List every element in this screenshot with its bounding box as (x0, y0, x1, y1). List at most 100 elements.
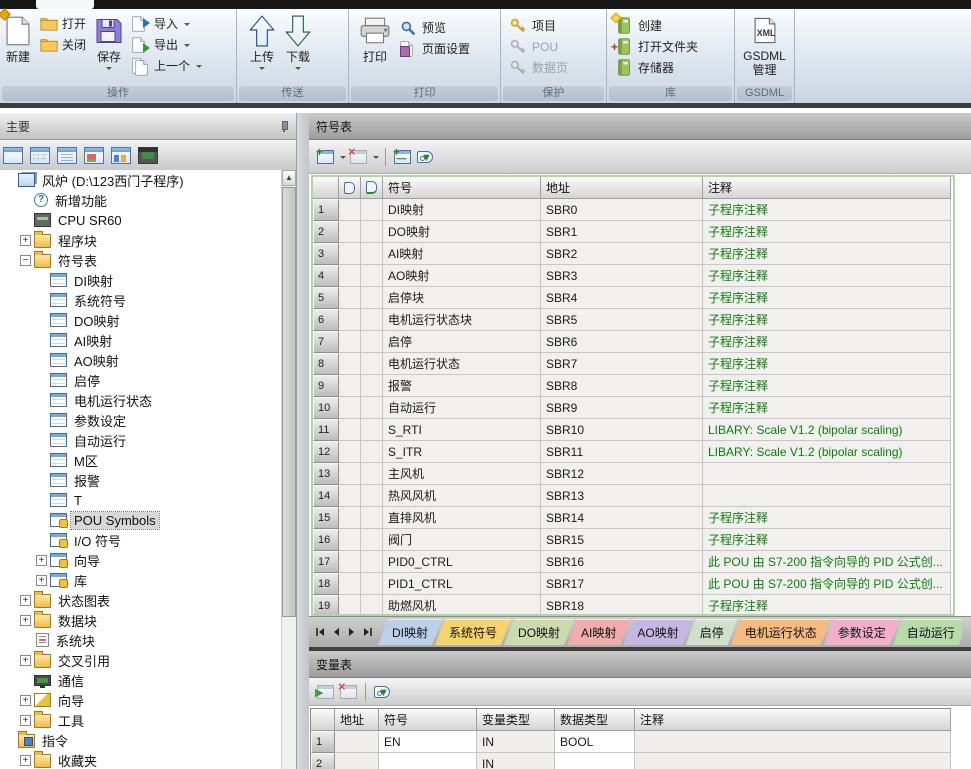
comment-cell[interactable]: 此 POU 由 S7-200 指令向导的 PID 公式创... (703, 573, 951, 595)
row-number-cell[interactable]: 1 (313, 199, 339, 221)
symbol-cell[interactable]: S_ITR (383, 441, 541, 463)
row-number-cell[interactable]: 2 (313, 221, 339, 243)
tree-item[interactable]: I/O 符号 (0, 530, 282, 550)
symbol-flag-cell[interactable] (339, 353, 361, 375)
tree-item[interactable]: CPU SR60 (0, 210, 282, 230)
expand-plus-icon[interactable]: + (20, 655, 31, 666)
tree-item[interactable]: DO映射 (0, 310, 282, 330)
collapse-minus-icon[interactable]: − (20, 255, 31, 266)
data-type-cell[interactable]: BOOL (555, 731, 635, 753)
tree-item[interactable]: POU Symbols (0, 510, 282, 530)
symbol-cell[interactable]: 主风机 (383, 463, 541, 485)
row-number-cell[interactable]: 16 (313, 529, 339, 551)
tree-item[interactable]: AI映射 (0, 330, 282, 350)
row-number-cell[interactable]: 1 (311, 731, 335, 753)
symbol-flag-cell[interactable] (339, 265, 361, 287)
expand-plus-icon[interactable]: + (20, 235, 31, 246)
symbol-flag-cell[interactable] (339, 243, 361, 265)
tag-column-header[interactable] (339, 177, 361, 199)
tree-item[interactable]: 系统块 (0, 630, 282, 650)
address-cell[interactable]: SBR0 (541, 199, 703, 221)
address-cell[interactable]: SBR5 (541, 309, 703, 331)
tree-item[interactable]: 新增功能 (0, 190, 282, 210)
address-cell[interactable]: SBR17 (541, 573, 703, 595)
symbol-flag-cell[interactable] (361, 243, 383, 265)
new-button[interactable]: 新建 (1, 12, 35, 66)
sheet-tab[interactable]: 启停 (686, 619, 738, 645)
symbol-cell[interactable]: DO映射 (383, 221, 541, 243)
tree-item[interactable]: 参数设定 (0, 410, 282, 430)
tree-item[interactable]: M区 (0, 450, 282, 470)
gsdml-manage-button[interactable]: GSDML 管理 (739, 11, 790, 79)
symbol-flag-cell[interactable] (339, 485, 361, 507)
comment-column-header[interactable]: 注释 (635, 709, 951, 731)
row-number-cell[interactable]: 3 (313, 243, 339, 265)
row-number-cell[interactable]: 2 (311, 753, 335, 769)
row-number-cell[interactable]: 19 (313, 595, 339, 616)
tree-item[interactable]: +程序块 (0, 230, 282, 250)
tree-item[interactable]: 自动运行 (0, 430, 282, 450)
address-cell[interactable]: SBR4 (541, 287, 703, 309)
tree-item[interactable]: −符号表 (0, 250, 282, 270)
symbol-flag-cell[interactable] (361, 309, 383, 331)
protect-datapage-button[interactable]: 数据页 (507, 57, 571, 78)
symbol-flag-cell[interactable] (361, 375, 383, 397)
symbol-flag-cell[interactable] (361, 529, 383, 551)
symbol-cell[interactable]: 启停块 (383, 287, 541, 309)
sheet-tab[interactable]: AO映射 (623, 619, 692, 645)
symbol-flag-cell[interactable] (361, 419, 383, 441)
sheet-tab[interactable]: 自动运行 (893, 619, 962, 645)
symbol-flag-cell[interactable] (339, 507, 361, 529)
row-number-cell[interactable]: 18 (313, 573, 339, 595)
comment-cell[interactable]: 子程序注释 (703, 243, 951, 265)
symbol-cell[interactable]: 直排风机 (383, 507, 541, 529)
corner-header-cell[interactable] (311, 709, 335, 731)
symbol-flag-cell[interactable] (339, 199, 361, 221)
address-cell[interactable]: SBR2 (541, 243, 703, 265)
tree-item[interactable]: 启停 (0, 370, 282, 390)
comment-cell[interactable]: 子程序注释 (703, 375, 951, 397)
symbol-flag-cell[interactable] (361, 221, 383, 243)
delete-variable-button[interactable]: × (338, 683, 359, 701)
symbol-flag-cell[interactable] (339, 441, 361, 463)
address-cell[interactable]: SBR11 (541, 441, 703, 463)
symbol-cell[interactable]: AO映射 (383, 265, 541, 287)
address-cell[interactable]: SBR8 (541, 375, 703, 397)
next-sheet-button[interactable] (344, 622, 359, 642)
comment-cell[interactable] (635, 753, 951, 769)
row-number-cell[interactable]: 17 (313, 551, 339, 573)
comment-cell[interactable]: 子程序注释 (703, 397, 951, 419)
comment-cell[interactable] (635, 731, 951, 753)
row-number-cell[interactable]: 10 (313, 397, 339, 419)
sheet-tab[interactable]: AI映射 (567, 619, 630, 645)
scrollbar-thumb[interactable] (282, 187, 296, 617)
scroll-up-button[interactable]: ▲ (282, 170, 296, 186)
tree-item[interactable]: +工具 (0, 710, 282, 730)
symbol-cell[interactable]: DI映射 (383, 199, 541, 221)
row-number-cell[interactable]: 14 (313, 485, 339, 507)
panel-splitter[interactable] (297, 113, 309, 769)
comment-cell[interactable] (703, 485, 951, 507)
tree-item[interactable]: +交叉引用 (0, 650, 282, 670)
export-caret[interactable] (184, 44, 190, 50)
tree-item[interactable]: T (0, 490, 282, 510)
row-number-cell[interactable]: 13 (313, 463, 339, 485)
comment-cell[interactable]: 子程序注释 (703, 265, 951, 287)
comment-cell[interactable]: 子程序注释 (703, 287, 951, 309)
address-cell[interactable]: SBR6 (541, 331, 703, 353)
symbol-flag-cell[interactable] (361, 441, 383, 463)
address-cell[interactable]: SBR15 (541, 529, 703, 551)
comment-column-header[interactable]: 注释 (703, 177, 951, 199)
tree-item[interactable]: 电机运行状态 (0, 390, 282, 410)
comment-cell[interactable]: 子程序注释 (703, 507, 951, 529)
upload-caret[interactable] (259, 67, 265, 73)
expand-plus-icon[interactable]: + (20, 595, 31, 606)
symbol-flag-cell[interactable] (339, 309, 361, 331)
symbol-flag-cell[interactable] (361, 551, 383, 573)
var-type-cell[interactable]: IN (477, 753, 555, 769)
download-button[interactable]: 下载 (281, 12, 315, 75)
tree-item[interactable]: AO映射 (0, 350, 282, 370)
row-number-cell[interactable]: 12 (313, 441, 339, 463)
symbol-flag-cell[interactable] (361, 265, 383, 287)
address-cell[interactable]: SBR1 (541, 221, 703, 243)
